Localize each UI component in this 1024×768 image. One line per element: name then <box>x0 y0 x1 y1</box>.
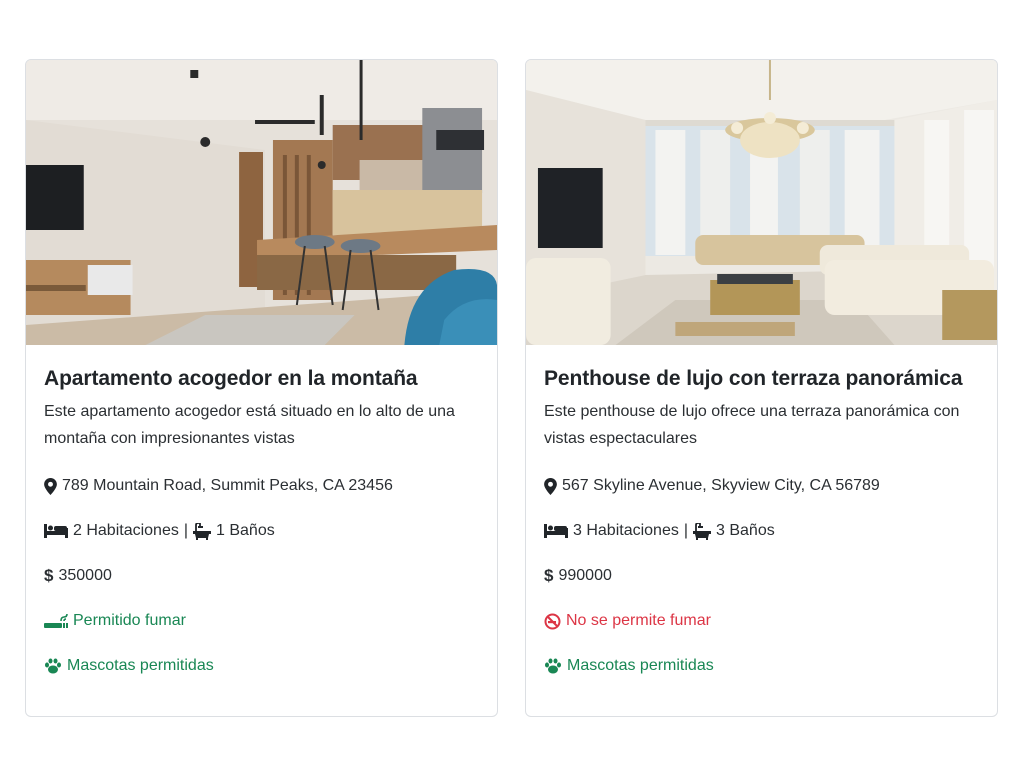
map-marker-icon <box>544 477 557 495</box>
listing-price: $ 350000 <box>44 566 479 586</box>
pets-text: Mascotas permitidas <box>67 657 214 674</box>
smoking-text: No se permite fumar <box>566 612 711 629</box>
smoking-text: Permitido fumar <box>73 612 186 629</box>
price-text: 990000 <box>558 567 612 584</box>
listing-description: Este apartamento acogedor está situado e… <box>44 403 455 447</box>
bed-icon <box>544 524 568 538</box>
listing-title: Apartamento acogedor en la montaña <box>44 367 418 390</box>
penthouse-interior-image <box>526 60 997 345</box>
smoking-status: No se permite fumar <box>544 611 979 631</box>
listing-photo-mountain-apartment[interactable] <box>26 60 497 345</box>
address-text: 567 Skyline Avenue, Skyview City, CA 567… <box>562 477 880 494</box>
smoking-icon <box>44 613 68 629</box>
listing-price: $ 990000 <box>544 566 979 586</box>
paw-icon <box>544 658 562 674</box>
listing-address: 789 Mountain Road, Summit Peaks, CA 2345… <box>44 476 479 496</box>
listing-card[interactable]: Penthouse de lujo con terraza panorámica… <box>525 59 998 717</box>
apartment-interior-image <box>26 60 497 345</box>
pets-text: Mascotas permitidas <box>567 657 714 674</box>
separator: | <box>183 522 188 539</box>
bedrooms-text: 3 Habitaciones <box>573 522 679 539</box>
price-text: 350000 <box>58 567 112 584</box>
listing-photo-penthouse[interactable] <box>526 60 997 345</box>
smoking-status: Permitido fumar <box>44 611 479 631</box>
separator: | <box>683 522 688 539</box>
listing-rooms: 2 Habitaciones | 1 Baños <box>44 521 479 541</box>
bath-icon <box>693 522 711 540</box>
listing-title: Penthouse de lujo con terraza panorámica <box>544 367 963 390</box>
dollar-icon: $ <box>544 566 554 585</box>
pets-status: Mascotas permitidas <box>544 656 979 676</box>
listing-description: Este penthouse de lujo ofrece una terraz… <box>544 403 960 447</box>
pets-status: Mascotas permitidas <box>44 656 479 676</box>
paw-icon <box>44 658 62 674</box>
bathrooms-text: 3 Baños <box>716 522 775 539</box>
listing-card[interactable]: Apartamento acogedor en la montaña Este … <box>25 59 498 717</box>
map-marker-icon <box>44 477 57 495</box>
bath-icon <box>193 522 211 540</box>
ban-smoking-icon <box>544 613 561 630</box>
bedrooms-text: 2 Habitaciones <box>73 522 179 539</box>
bathrooms-text: 1 Baños <box>216 522 275 539</box>
dollar-icon: $ <box>44 566 54 585</box>
listing-rooms: 3 Habitaciones | 3 Baños <box>544 521 979 541</box>
address-text: 789 Mountain Road, Summit Peaks, CA 2345… <box>62 477 393 494</box>
listing-address: 567 Skyline Avenue, Skyview City, CA 567… <box>544 476 979 496</box>
listing-grid: Apartamento acogedor en la montaña Este … <box>25 59 998 717</box>
bed-icon <box>44 524 68 538</box>
